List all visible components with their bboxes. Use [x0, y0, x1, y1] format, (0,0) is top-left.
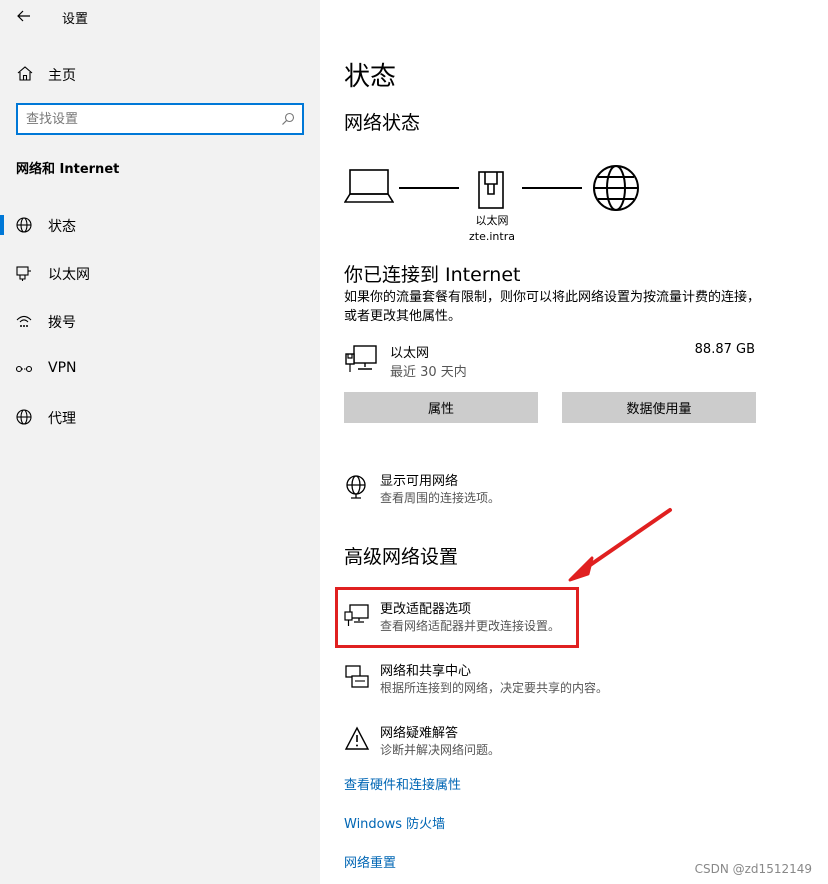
- properties-button[interactable]: 属性: [344, 392, 538, 423]
- windows-firewall-link[interactable]: Windows 防火墙: [344, 813, 445, 832]
- title-bar: 设置: [0, 0, 320, 34]
- ethernet-monitor-icon: [345, 345, 377, 372]
- page-title: 状态: [344, 62, 397, 92]
- network-troubleshooter[interactable]: 网络疑难解答 诊断并解决网络问题。: [344, 722, 764, 762]
- show-networks-title: 显示可用网络: [380, 474, 459, 489]
- sidebar-item-dialup[interactable]: 拨号: [0, 301, 320, 341]
- back-button[interactable]: [10, 4, 38, 28]
- dialup-icon: [16, 315, 32, 327]
- usage-amount: 88.87 GB: [694, 342, 755, 357]
- sidebar-item-ethernet[interactable]: 以太网: [0, 253, 320, 293]
- change-adapter-options[interactable]: 更改适配器选项 查看网络适配器并更改连接设置。: [344, 598, 764, 638]
- network-reset-link[interactable]: 网络重置: [344, 852, 396, 871]
- search-box[interactable]: [16, 103, 304, 135]
- usage-adapter-name: 以太网: [390, 346, 430, 361]
- internet-globe-icon: [593, 165, 639, 211]
- network-status-heading: 网络状态: [344, 112, 421, 134]
- globe-network-icon: [346, 475, 366, 499]
- adapter-monitor-icon: [344, 604, 369, 626]
- adapter-host: zte.intra: [469, 230, 515, 243]
- network-sharing-center[interactable]: 网络和共享中心 根据所连接到的网络，决定要共享的内容。: [344, 660, 764, 700]
- globe-proxy-icon: [16, 409, 32, 425]
- change-adapter-title: 更改适配器选项: [380, 602, 472, 617]
- sidebar-item-label: 代理: [48, 411, 76, 427]
- sidebar: 设置 主页 网络和 Internet 状态 以太网: [0, 0, 320, 884]
- ethernet-icon: [16, 266, 31, 281]
- show-networks-subtitle: 查看周围的连接选项。: [380, 491, 501, 505]
- adapter-name: 以太网: [475, 214, 509, 227]
- connection-line: [522, 187, 582, 189]
- main-content: 状态 网络状态 以太网 zte.intra 你已连接到 Internet 如果你…: [320, 0, 828, 884]
- usage-period: 最近 30 天内: [390, 365, 467, 380]
- sidebar-item-label: 以太网: [48, 267, 90, 283]
- sidebar-item-label: VPN: [48, 360, 77, 376]
- advanced-heading: 高级网络设置: [344, 546, 459, 568]
- connection-line: [399, 187, 459, 189]
- view-hardware-link[interactable]: 查看硬件和连接属性: [344, 774, 461, 793]
- sharing-center-icon: [345, 665, 369, 688]
- ethernet-adapter-icon: [478, 171, 504, 209]
- warning-icon: [344, 726, 370, 750]
- sidebar-item-status[interactable]: 状态: [0, 205, 320, 245]
- vpn-icon: [15, 365, 33, 373]
- show-available-networks[interactable]: 显示可用网络 查看周围的连接选项。: [344, 470, 764, 510]
- network-diagram: 以太网 zte.intra: [344, 160, 674, 250]
- search-input[interactable]: [26, 110, 276, 128]
- laptop-icon: [344, 169, 394, 203]
- red-annotation-arrow: [568, 508, 672, 582]
- sidebar-section-title: 网络和 Internet: [16, 162, 120, 177]
- sidebar-home[interactable]: 主页: [0, 58, 320, 90]
- connected-description: 如果你的流量套餐有限制，则你可以将此网络设置为按流量计费的连接，或者更改其他属性…: [344, 290, 761, 324]
- globe-status-icon: [16, 217, 32, 233]
- sharing-center-title: 网络和共享中心: [380, 664, 472, 679]
- search-icon[interactable]: [281, 112, 295, 126]
- sidebar-item-label: 拨号: [48, 315, 76, 331]
- sidebar-item-vpn[interactable]: VPN: [0, 349, 320, 389]
- change-adapter-subtitle: 查看网络适配器并更改连接设置。: [380, 619, 561, 633]
- back-arrow-icon: [17, 10, 30, 22]
- window-title: 设置: [62, 12, 89, 27]
- ethernet-usage-row[interactable]: 以太网 最近 30 天内 88.87 GB: [344, 340, 758, 382]
- connected-heading: 你已连接到 Internet: [344, 264, 521, 286]
- sidebar-item-proxy[interactable]: 代理: [0, 397, 320, 437]
- sharing-center-subtitle: 根据所连接到的网络，决定要共享的内容。: [380, 681, 609, 695]
- troubleshooter-title: 网络疑难解答: [380, 726, 459, 741]
- watermark: CSDN @zd1512149: [694, 862, 812, 876]
- sidebar-home-label: 主页: [48, 68, 76, 84]
- sidebar-item-label: 状态: [48, 219, 76, 235]
- data-usage-button[interactable]: 数据使用量: [562, 392, 756, 423]
- home-icon: [17, 66, 33, 81]
- troubleshooter-subtitle: 诊断并解决网络问题。: [380, 743, 501, 757]
